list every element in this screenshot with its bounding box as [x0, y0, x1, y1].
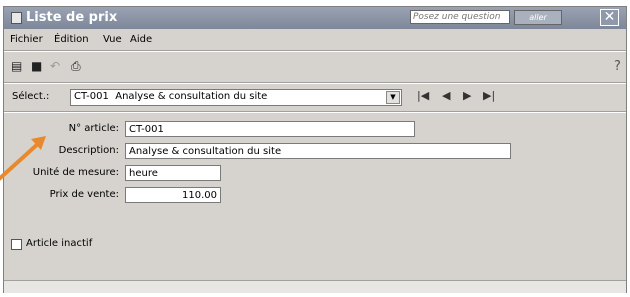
inactive-label[interactable]: Article inactif	[26, 238, 92, 249]
price-list-window: Liste de prix aller ✕ Fichier Édition Vu…	[3, 6, 627, 293]
chevron-down-icon[interactable]: ▼	[386, 91, 400, 104]
record-select[interactable]: CT-001 Analyse & consultation du site ▼	[70, 89, 402, 106]
ask-go-button[interactable]: aller	[514, 10, 562, 25]
price-field[interactable]	[125, 187, 221, 203]
article-form: N° article: Description: Unité de mesure…	[4, 113, 626, 277]
menu-bar: Fichier Édition Vue Aide	[4, 32, 626, 48]
ask-question-input[interactable]	[411, 11, 511, 23]
unit-input[interactable]	[126, 166, 220, 180]
open-icon[interactable]: ▤	[11, 59, 22, 73]
window-title: Liste de prix	[26, 10, 118, 25]
description-input[interactable]	[126, 144, 510, 158]
ask-question-box[interactable]	[410, 10, 511, 24]
save-icon[interactable]: ■	[31, 59, 42, 73]
record-select-row: Sélect.: CT-001 Analyse & consultation d…	[4, 87, 626, 109]
close-icon: ✕	[603, 9, 616, 25]
select-label: Sélect.:	[12, 91, 50, 102]
menu-aide[interactable]: Aide	[130, 34, 152, 45]
previous-record-icon[interactable]: ◀	[442, 89, 450, 102]
toolbar-separator	[4, 82, 626, 84]
toolbar: ▤ ■ ↶ ⎙ ?	[4, 52, 626, 80]
article-number-field[interactable]	[125, 121, 415, 137]
next-record-icon[interactable]: ▶	[463, 89, 471, 102]
help-icon[interactable]: ?	[614, 59, 621, 74]
description-field[interactable]	[125, 143, 511, 159]
record-select-value: CT-001 Analyse & consultation du site	[74, 91, 268, 102]
callout-arrow-icon	[0, 136, 46, 181]
menu-fichier[interactable]: Fichier	[10, 34, 43, 45]
undo-icon[interactable]: ↶	[50, 59, 60, 73]
first-record-icon[interactable]: |◀	[417, 89, 429, 102]
title-bar: Liste de prix aller ✕	[4, 7, 626, 29]
inactive-checkbox[interactable]	[11, 239, 22, 250]
status-bar	[4, 280, 626, 293]
menu-edition[interactable]: Édition	[54, 34, 89, 45]
app-icon	[11, 12, 22, 24]
article-number-input[interactable]	[126, 122, 414, 136]
article-number-label: N° article:	[68, 123, 119, 134]
print-preview-icon[interactable]: ⎙	[71, 59, 81, 74]
price-input[interactable]	[126, 188, 220, 202]
menu-vue[interactable]: Vue	[103, 34, 122, 45]
last-record-icon[interactable]: ▶|	[483, 89, 495, 102]
close-button[interactable]: ✕	[600, 9, 619, 26]
unit-field[interactable]	[125, 165, 221, 181]
